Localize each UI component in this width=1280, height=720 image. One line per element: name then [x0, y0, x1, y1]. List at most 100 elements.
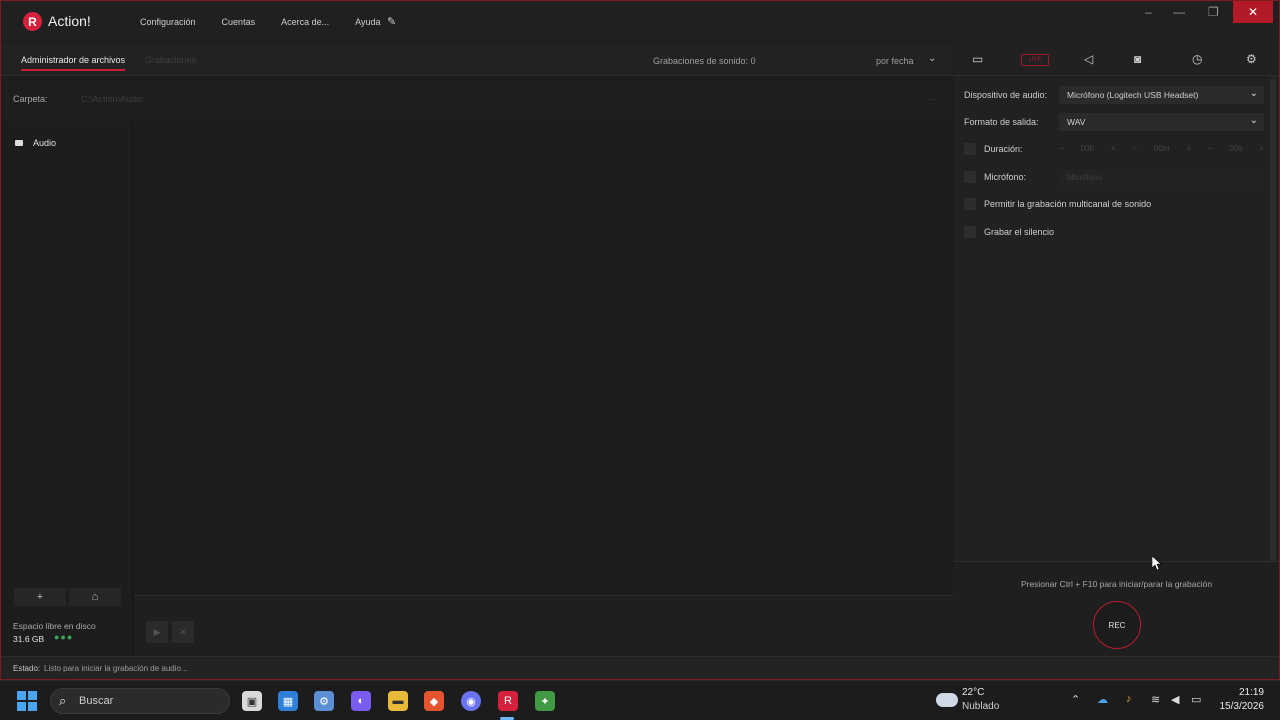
recordings-count: Grabaciones de sonido: 0 [653, 56, 756, 66]
status-text: Listo para iniciar la grabación de audio… [44, 664, 188, 673]
main-menu: Configuración Cuentas Acerca de... Ayuda [140, 17, 406, 27]
microphone-select[interactable]: Micrófono [1059, 170, 1264, 186]
duration-stepper[interactable]: − 00h + − 00m + − 00s + [1059, 144, 1264, 158]
clock-time[interactable]: 21:19 [1230, 687, 1264, 698]
open-folder-button[interactable]: ⌂ [69, 588, 121, 606]
weather-temperature[interactable]: 22°C [962, 687, 984, 698]
sidebar: Audio + ⌂ Espacio libre en disco 31.6 GB… [1, 121, 133, 656]
menu-configuracion[interactable]: Configuración [140, 17, 196, 27]
pen-icon[interactable]: ✎ [387, 15, 396, 28]
rec-button[interactable]: REC [1093, 601, 1141, 649]
timer-icon[interactable]: ◷ [1192, 52, 1202, 66]
hotkey-hint: Presionar Ctrl + F10 para iniciar/parar … [1020, 579, 1213, 589]
menu-cuentas[interactable]: Cuentas [222, 17, 256, 27]
search-placeholder: Buscar [79, 695, 114, 707]
discord-icon[interactable]: ◉ [461, 691, 481, 711]
chevron-down-icon: ⌄ [1249, 115, 1258, 126]
menu-ayuda[interactable]: Ayuda [355, 17, 380, 27]
add-folder-button[interactable]: + [14, 588, 66, 606]
audio-settings-pane: ▭ LIVE ◁ ◙ ◷ ⚙ Dispositivo de audio: Mic… [954, 44, 1279, 656]
tab-file-manager[interactable]: Administrador de archivos [21, 55, 126, 71]
chevron-down-icon[interactable]: ⌄ [928, 53, 936, 64]
delete-button[interactable]: ✕ [172, 621, 194, 643]
disk-space-value: 31.6 GB [13, 634, 45, 644]
plus-icon[interactable]: + [1186, 144, 1191, 158]
task-view-icon[interactable]: ▣ [242, 691, 262, 711]
chevron-down-icon: ⌄ [1249, 88, 1258, 99]
status-bar: Estado: Listo para iniciar la grabación … [1, 656, 1279, 679]
plus-icon[interactable]: + [1259, 144, 1264, 158]
plus-icon[interactable]: + [1111, 144, 1116, 158]
cursor-arrow-icon [1151, 555, 1162, 571]
audio-device-select[interactable]: Micrófono (Logitech USB Headset) ⌄ [1059, 86, 1264, 104]
speaker-icon[interactable]: ◁ [1084, 52, 1093, 66]
volume-icon[interactable]: ◀ [1171, 693, 1179, 706]
record-panel: Presionar Ctrl + F10 para iniciar/parar … [954, 561, 1279, 656]
microphone-checkbox[interactable] [964, 171, 976, 183]
multichannel-label: Permitir la grabación multicanal de soni… [984, 199, 1152, 209]
mouse-cursor-icon [1151, 555, 1162, 571]
record-silence-checkbox[interactable] [964, 226, 976, 238]
menu-acerca-de[interactable]: Acerca de... [281, 17, 329, 27]
store-icon[interactable]: ▦ [278, 691, 298, 711]
clock-date[interactable]: 15/3/2026 [1210, 701, 1265, 712]
action-taskbar-icon[interactable]: R [498, 691, 518, 711]
minimize-to-tray-button[interactable]: – [1145, 5, 1152, 19]
sidebar-item-audio[interactable]: Audio [15, 138, 56, 148]
windows-start-icon[interactable] [17, 691, 37, 711]
onedrive-icon[interactable]: ☁ [1097, 693, 1108, 706]
duration-hours: 00h [1080, 144, 1094, 153]
duration-checkbox[interactable] [964, 143, 976, 155]
audio-device-label: Dispositivo de audio: [964, 90, 1048, 100]
app-icon[interactable]: ✦ [535, 691, 555, 711]
close-button[interactable]: ✕ [1233, 1, 1273, 23]
scrollbar-thumb[interactable] [1270, 80, 1276, 560]
duration-minutes: 00m [1153, 144, 1170, 153]
taskbar: ⌕ Buscar ▣ ▦ ⚙ ◐ ▬ ◆ ◉ R ✦ 22°C Nublado … [0, 680, 1280, 720]
play-button[interactable]: ▶ [146, 621, 168, 643]
output-format-select[interactable]: WAV ⌄ [1059, 113, 1264, 131]
app-title: Action! [48, 13, 91, 29]
restore-button[interactable]: ❐ [1208, 5, 1219, 19]
battery-icon[interactable]: ▭ [1191, 693, 1201, 706]
player-bar: ▶ ✕ [134, 595, 953, 656]
live-icon[interactable]: LIVE [1021, 54, 1049, 66]
browse-folder-button[interactable]: ... [929, 92, 937, 102]
weather-description[interactable]: Nublado [962, 701, 999, 712]
file-explorer-icon[interactable]: ▬ [388, 691, 408, 711]
chevron-up-icon[interactable]: ⌃ [1071, 693, 1080, 706]
folder-row: Carpeta: C:\Action\Audio ... [1, 77, 953, 121]
minus-icon[interactable]: − [1059, 144, 1064, 158]
record-silence-label: Grabar el silencio [984, 227, 1055, 237]
minimize-button[interactable]: — [1173, 5, 1185, 19]
minus-icon[interactable]: − [1132, 144, 1137, 158]
duration-label: Duración: [984, 144, 1023, 154]
video-icon[interactable]: ▭ [972, 52, 983, 66]
multichannel-checkbox[interactable] [964, 198, 976, 210]
disk-indicator-icon: ●●● [54, 632, 74, 642]
folder-icon [15, 140, 23, 146]
status-label: Estado: [13, 664, 41, 673]
camera-icon[interactable]: ◙ [1134, 52, 1141, 66]
tab-recordings[interactable]: Grabaciones [145, 55, 196, 65]
wifi-icon[interactable]: ≋ [1151, 693, 1160, 706]
microphone-icon[interactable]: ♪ [1126, 693, 1132, 705]
copilot-icon[interactable]: ◐ [351, 691, 371, 711]
gear-icon[interactable]: ⚙ [1246, 52, 1257, 66]
sort-select[interactable]: por fecha [876, 56, 914, 66]
sidebar-item-label: Audio [33, 138, 57, 148]
file-list-area[interactable] [134, 121, 953, 595]
audio-device-value: Micrófono (Logitech USB Headset) [1067, 90, 1199, 100]
brave-browser-icon[interactable]: ◆ [424, 691, 444, 711]
folder-path-field[interactable]: C:\Action\Audio [81, 94, 143, 104]
taskbar-search[interactable]: ⌕ Buscar [50, 688, 230, 714]
mode-tabs: ▭ LIVE ◁ ◙ ◷ ⚙ [954, 44, 1279, 76]
folder-label: Carpeta: [13, 94, 48, 104]
cloud-icon[interactable] [936, 693, 958, 707]
file-manager-pane: Administrador de archivos Grabaciones Gr… [1, 44, 953, 656]
file-manager-tabs: Administrador de archivos Grabaciones Gr… [1, 44, 953, 76]
title-bar: R Action! Configuración Cuentas Acerca d… [1, 1, 1279, 43]
minus-icon[interactable]: − [1208, 144, 1213, 158]
settings-icon[interactable]: ⚙ [314, 691, 334, 711]
action-logo-icon: R [23, 12, 42, 31]
